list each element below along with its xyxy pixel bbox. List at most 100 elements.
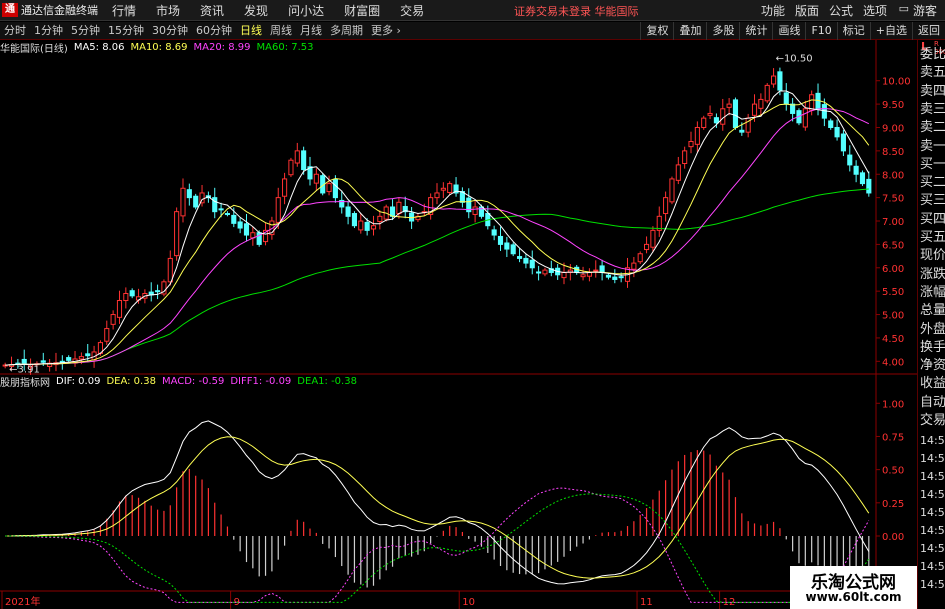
candle-body xyxy=(605,274,612,278)
draw-line-button[interactable]: 画线 xyxy=(772,22,805,40)
candle-body xyxy=(66,357,72,361)
period-tab[interactable]: 月线 xyxy=(296,23,326,39)
quote-field-label: 买五 xyxy=(920,230,945,245)
date-label: 11 xyxy=(640,597,653,608)
menu-ask[interactable]: 问小达 xyxy=(288,2,324,19)
candle-body xyxy=(497,235,504,245)
period-tab[interactable]: 分时 xyxy=(0,23,30,39)
candle-body xyxy=(186,189,192,199)
macd-axis-label: 0.25 xyxy=(882,499,904,510)
candle-body xyxy=(224,213,231,216)
quote-field-label: 买二 xyxy=(920,175,945,191)
period-tab[interactable]: 15分钟 xyxy=(104,23,148,39)
login-notice[interactable]: 证券交易未登录 华能国际 xyxy=(514,3,639,19)
multi-stock-button[interactable]: 多股 xyxy=(706,22,739,40)
candle-body xyxy=(377,215,383,222)
candle-body xyxy=(790,103,796,114)
macd-axis-label: 0.00 xyxy=(882,532,904,543)
menu-function[interactable]: 功能 xyxy=(761,2,785,19)
period-tab[interactable]: 5分钟 xyxy=(67,23,104,39)
period-tab-daily[interactable]: 日线 xyxy=(236,23,266,39)
legend-title: 华能国际(日线) xyxy=(0,44,68,55)
f10-button[interactable]: F10 xyxy=(805,22,836,40)
menu-news[interactable]: 资讯 xyxy=(200,2,224,19)
period-bar: 分时 1分钟 5分钟 15分钟 30分钟 60分钟 日线 周线 月线 多周期 更… xyxy=(0,22,945,40)
legend-dea1: DEA1: -0.38 xyxy=(297,375,357,387)
candle-body xyxy=(504,242,510,250)
menu-bar: 通 通达信金融终端 行情 市场 资讯 发现 问小达 财富圈 交易 证券交易未登录… xyxy=(0,0,945,21)
menu-layout[interactable]: 版面 xyxy=(795,2,819,19)
quote-field-label: 买四 xyxy=(920,211,945,227)
candle-body xyxy=(434,192,440,199)
quote-field-label: 涨幅 xyxy=(920,284,945,300)
candle-body xyxy=(758,98,764,109)
candle-body xyxy=(688,141,694,148)
candle-body xyxy=(650,229,656,248)
quote-field-label: 交易 xyxy=(920,413,945,428)
macd-axis-label: 0.50 xyxy=(882,466,904,477)
add-watchlist-button[interactable]: +自选 xyxy=(869,22,912,40)
candle-body xyxy=(313,173,319,184)
legend-ma5: MA5: 8.06 xyxy=(73,42,125,53)
candle-body xyxy=(529,259,535,269)
candle-body xyxy=(243,223,250,236)
guest-label[interactable]: 游客 xyxy=(913,2,937,19)
overlay-button[interactable]: 叠加 xyxy=(673,22,706,40)
price-axis-label: 9.50 xyxy=(882,100,904,111)
statistics-button[interactable]: 统计 xyxy=(739,22,772,40)
candle-body xyxy=(237,221,243,229)
period-tab[interactable]: 周线 xyxy=(266,23,296,39)
app-logo: 通 xyxy=(2,3,18,17)
date-label: 10 xyxy=(462,597,475,608)
candle-body xyxy=(751,103,758,116)
candle-body xyxy=(701,117,707,128)
candle-body xyxy=(542,269,548,275)
chart-area[interactable]: 4.00 4.50 5.00 5.50 6.00 6.50 7.00 7.50 8.00 8.50… xyxy=(0,40,917,609)
menu-discover[interactable]: 发现 xyxy=(244,2,268,19)
candle-body xyxy=(345,206,351,217)
period-tab[interactable]: 60分钟 xyxy=(192,23,236,39)
candle-body xyxy=(472,206,478,215)
candle-body xyxy=(828,120,834,128)
legend-ma10: MA10: 8.69 xyxy=(130,42,188,53)
candle-body xyxy=(364,221,370,231)
quote-field-label: 自动 xyxy=(920,394,945,410)
candle-body xyxy=(847,154,853,166)
candle-body xyxy=(840,133,846,152)
candle-body xyxy=(123,293,129,302)
restore-rights-button[interactable]: 复权 xyxy=(640,22,673,40)
menu-options[interactable]: 选项 xyxy=(863,2,887,19)
chart-toolbar: 复权 叠加 多股 统计 画线 F10 标记 +自选 返回 xyxy=(640,22,945,40)
tick-time: 14:56 xyxy=(920,434,945,448)
menu-formula[interactable]: 公式 xyxy=(829,2,853,19)
menu-wealth-circle[interactable]: 财富圈 xyxy=(344,2,380,19)
candle-body xyxy=(783,92,789,105)
candle-body xyxy=(536,271,542,274)
candle-body xyxy=(78,356,84,360)
macd-axis-label: 0.75 xyxy=(882,432,904,443)
period-tab[interactable]: 1分钟 xyxy=(30,23,67,39)
dea-line xyxy=(5,436,870,579)
tick-time: 14:56 xyxy=(920,578,945,592)
menu-trade[interactable]: 交易 xyxy=(400,2,424,19)
dif-line xyxy=(5,420,870,585)
candle-body xyxy=(396,201,402,215)
quote-field-label: 收益 xyxy=(920,376,945,392)
macd-legend: 股朋指标网 DIF: 0.09 DEA: 0.38 MACD: -0.59 DI… xyxy=(0,374,363,389)
menu-quotes[interactable]: 行情 xyxy=(112,2,136,19)
mark-button[interactable]: 标记 xyxy=(836,22,870,40)
back-button[interactable]: 返回 xyxy=(912,22,945,40)
period-tab[interactable]: 多周期 xyxy=(326,23,367,39)
period-tab[interactable]: 30分钟 xyxy=(148,23,192,39)
period-tab-more[interactable]: 更多 › xyxy=(367,23,405,39)
candle-body xyxy=(326,183,332,193)
candle-body xyxy=(853,165,859,175)
maximize-icon[interactable]: ▭ xyxy=(899,2,909,15)
quote-field-label: 卖三 xyxy=(920,101,945,117)
candle-body xyxy=(580,274,586,278)
candle-body xyxy=(675,164,681,181)
quote-field-label: 现价 xyxy=(920,248,945,264)
menu-market[interactable]: 市场 xyxy=(156,2,180,19)
price-axis-label: 4.00 xyxy=(882,357,904,368)
candle-body xyxy=(809,94,815,111)
